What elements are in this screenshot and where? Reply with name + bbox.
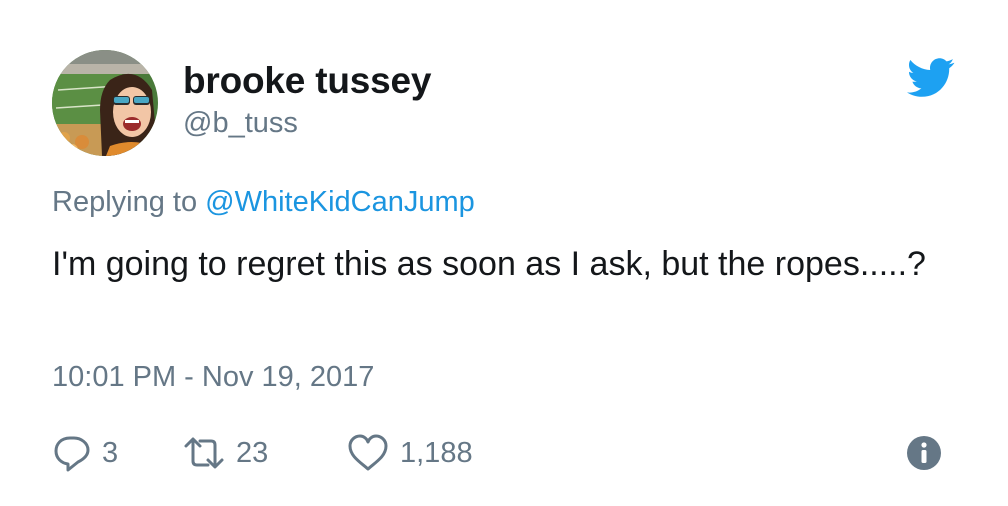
twitter-bird-icon[interactable] bbox=[907, 58, 955, 98]
retweet-button[interactable]: 23 bbox=[182, 431, 268, 475]
tweet-timestamp[interactable]: 10:01 PM - Nov 19, 2017 bbox=[52, 361, 374, 394]
avatar[interactable] bbox=[52, 50, 158, 156]
retweet-arrows-icon bbox=[184, 437, 224, 469]
tweet-card: brooke tussey @b_tuss Replying to @White… bbox=[0, 0, 1008, 506]
display-name[interactable]: brooke tussey bbox=[183, 60, 431, 102]
reply-mention-link[interactable]: @WhiteKidCanJump bbox=[205, 186, 475, 218]
heart-icon bbox=[348, 434, 388, 471]
info-icon[interactable] bbox=[906, 435, 942, 471]
replying-prefix: Replying to bbox=[52, 186, 206, 218]
replying-to: Replying to @WhiteKidCanJump bbox=[52, 186, 475, 219]
retweet-count: 23 bbox=[236, 436, 269, 469]
action-bar: 3 23 1,188 bbox=[52, 431, 952, 475]
reply-bubble-icon bbox=[54, 436, 90, 472]
reply-button[interactable]: 3 bbox=[52, 431, 118, 475]
reply-count: 3 bbox=[102, 436, 119, 469]
tweet-text: I'm going to regret this as soon as I as… bbox=[52, 245, 926, 283]
like-button[interactable]: 1,188 bbox=[346, 431, 473, 475]
like-count: 1,188 bbox=[400, 436, 473, 469]
user-handle[interactable]: @b_tuss bbox=[183, 107, 298, 140]
